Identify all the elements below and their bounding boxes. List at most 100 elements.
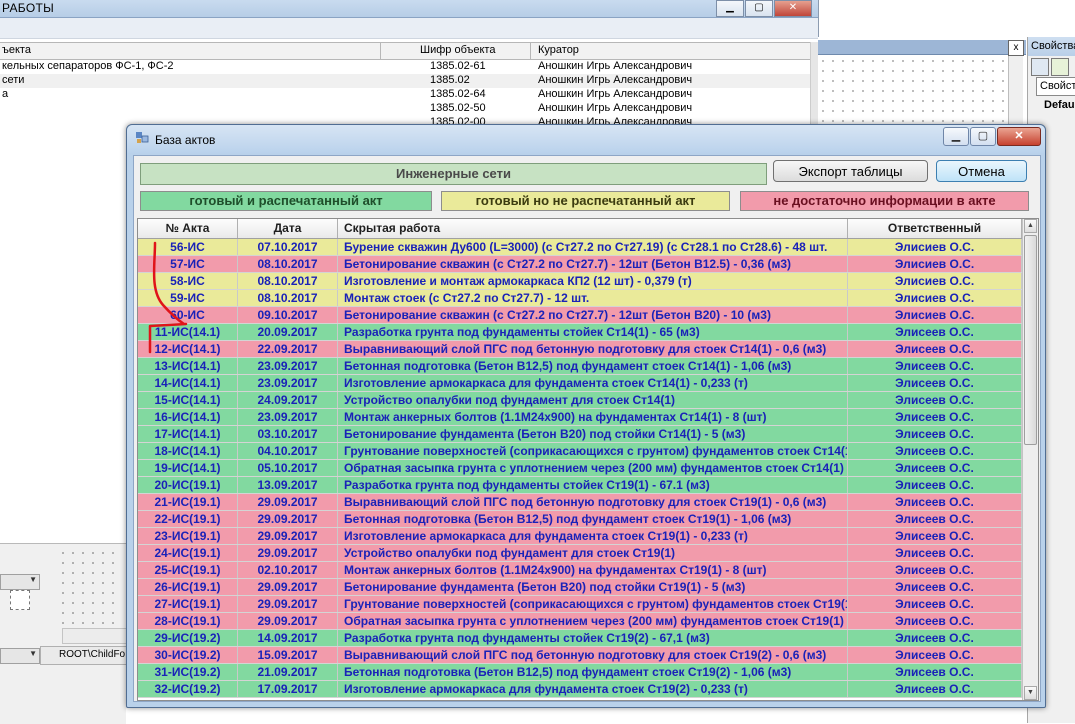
lower-combo-1[interactable]	[0, 574, 40, 590]
maximize-button[interactable]: ▢	[970, 127, 996, 146]
responsible-cell: Элисеев О.С.	[848, 630, 1022, 646]
right-panel-close-icon[interactable]: x	[1008, 40, 1024, 56]
hidden-work-cell: Изготовление армокаркаса для фундамента …	[338, 681, 848, 697]
hidden-work-cell: Бетонная подготовка (Бетон В12,5) под фу…	[338, 511, 848, 527]
column-header-act-number[interactable]: № Акта	[138, 219, 238, 238]
table-row[interactable]: 25-ИС(19.1) 02.10.2017 Монтаж анкерных бол…	[138, 562, 1022, 579]
acts-grid[interactable]: № Акта Дата Скрытая работа Ответственный…	[137, 218, 1039, 701]
date-cell: 08.10.2017	[238, 273, 338, 289]
legend-yellow: готовый но не распечатанный акт	[441, 191, 730, 211]
act-number-cell: 26-ИС(19.1)	[138, 579, 238, 595]
table-row[interactable]: 13-ИС(14.1) 23.09.2017 Бетонная подготовка…	[138, 358, 1022, 375]
table-row[interactable]: 21-ИС(19.1) 29.09.2017 Выравнивающий слой …	[138, 494, 1022, 511]
responsible-cell: Элисеев О.С.	[848, 375, 1022, 391]
date-cell: 08.10.2017	[238, 290, 338, 306]
table-row[interactable]: 17-ИС(14.1) 03.10.2017 Бетонирование фунда…	[138, 426, 1022, 443]
hidden-work-cell: Обратная засыпка грунта с уплотнением че…	[338, 460, 848, 476]
table-row[interactable]: 27-ИС(19.1) 29.09.2017 Грунтование поверхн…	[138, 596, 1022, 613]
responsible-cell: Элисиев О.С.	[848, 273, 1022, 289]
hidden-work-cell: Выравнивающий слой ПГС под бетонную подг…	[338, 647, 848, 663]
column-header-hidden-work[interactable]: Скрытая работа	[338, 219, 848, 238]
act-number-cell: 24-ИС(19.1)	[138, 545, 238, 561]
hidden-work-cell: Разработка грунта под фундаменты стойек …	[338, 630, 848, 646]
table-row[interactable]: 58-ИС 08.10.2017 Изготовление и монтаж арм…	[138, 273, 1022, 290]
hidden-work-cell: Грунтование поверхностей (соприкасающихс…	[338, 443, 848, 459]
export-table-button[interactable]: Экспорт таблицы	[773, 160, 928, 182]
act-number-cell: 57-ИС	[138, 256, 238, 272]
table-row[interactable]: 18-ИС(14.1) 04.10.2017 Грунтование поверхн…	[138, 443, 1022, 460]
table-row[interactable]: 11-ИС(14.1) 20.09.2017 Разработка грунта п…	[138, 324, 1022, 341]
background-table-row[interactable]: сети 1385.02 Аношкин Игрь Александрович	[0, 74, 810, 88]
table-row[interactable]: 15-ИС(14.1) 24.09.2017 Устройство опалубки…	[138, 392, 1022, 409]
right-panel-scrollbar[interactable]	[1008, 56, 1023, 124]
responsible-cell: Элисеев О.С.	[848, 341, 1022, 357]
date-cell: 03.10.2017	[238, 426, 338, 442]
table-row[interactable]: 26-ИС(19.1) 29.09.2017 Бетонирование фунда…	[138, 579, 1022, 596]
acts-database-dialog: База актов ▁ ▢ ✕ Инженерные сети Экспорт…	[126, 124, 1046, 708]
column-header-date[interactable]: Дата	[238, 219, 338, 238]
responsible-cell: Элисеев О.С.	[848, 511, 1022, 527]
lower-combo-2[interactable]	[0, 648, 40, 664]
responsible-cell: Элисеев О.С.	[848, 596, 1022, 612]
dialog-titlebar[interactable]: База актов ▁ ▢ ✕	[127, 125, 1045, 153]
cancel-button[interactable]: Отмена	[936, 160, 1027, 182]
act-number-cell: 32-ИС(19.2)	[138, 681, 238, 697]
table-row[interactable]: 19-ИС(14.1) 05.10.2017 Обратная засыпка гр…	[138, 460, 1022, 477]
table-row[interactable]: 12-ИС(14.1) 22.09.2017 Выравнивающий слой …	[138, 341, 1022, 358]
properties-selector[interactable]: Свойст	[1036, 77, 1075, 96]
close-button[interactable]: ✕	[997, 127, 1041, 146]
background-table-row[interactable]: кельных сепараторов ФС-1, ФС-2 1385.02-61…	[0, 60, 810, 74]
date-cell: 29.09.2017	[238, 528, 338, 544]
minimize-button[interactable]: ▁	[943, 127, 969, 146]
table-row[interactable]: 23-ИС(19.1) 29.09.2017 Изготовление армока…	[138, 528, 1022, 545]
right-design-grid-dots	[818, 56, 1008, 126]
hidden-work-cell: Изготовление армокаркаса для фундамента …	[338, 528, 848, 544]
table-row[interactable]: 30-ИС(19.2) 15.09.2017 Выравнивающий слой …	[138, 647, 1022, 664]
hidden-work-cell: Разработка грунта под фундаменты стойек …	[338, 324, 848, 340]
table-row[interactable]: 14-ИС(14.1) 23.09.2017 Изготовление армока…	[138, 375, 1022, 392]
legend-red: не достаточно информации в акте	[740, 191, 1029, 211]
bg-close-button[interactable]: ✕	[774, 0, 812, 17]
table-row[interactable]: 28-ИС(19.1) 29.09.2017 Обратная засыпка гр…	[138, 613, 1022, 630]
app-icon	[136, 132, 149, 143]
act-number-cell: 22-ИС(19.1)	[138, 511, 238, 527]
scroll-thumb[interactable]	[1024, 235, 1037, 445]
background-table-row[interactable]: а 1385.02-64 Аношкин Игрь Александрович	[0, 88, 810, 102]
column-header-responsible[interactable]: Ответственный	[848, 219, 1022, 238]
table-row[interactable]: 59-ИС 08.10.2017 Монтаж стоек (с Ст27.2 по…	[138, 290, 1022, 307]
act-number-cell: 15-ИС(14.1)	[138, 392, 238, 408]
properties-grid-icon[interactable]	[1031, 58, 1049, 76]
header-object[interactable]: ъекта	[2, 44, 31, 56]
hidden-work-cell: Разработка грунта под фундаменты стойек …	[338, 477, 848, 493]
act-number-cell: 28-ИС(19.1)	[138, 613, 238, 629]
bg-minimize-button[interactable]: ▁	[716, 0, 744, 17]
table-row[interactable]: 32-ИС(19.2) 17.09.2017 Изготовление армока…	[138, 681, 1022, 698]
header-code[interactable]: Шифр объекта	[420, 44, 495, 56]
scroll-up-icon[interactable]: ▲	[1024, 219, 1037, 233]
table-row[interactable]: 31-ИС(19.2) 21.09.2017 Бетонная подготовка…	[138, 664, 1022, 681]
table-row[interactable]: 24-ИС(19.1) 29.09.2017 Устройство опалубки…	[138, 545, 1022, 562]
table-row[interactable]: 20-ИС(19.1) 13.09.2017 Разработка грунта п…	[138, 477, 1022, 494]
section-label: Инженерные сети	[140, 163, 767, 185]
act-number-cell: 23-ИС(19.1)	[138, 528, 238, 544]
table-row[interactable]: 57-ИС 08.10.2017 Бетонирование скважин (с …	[138, 256, 1022, 273]
date-cell: 29.09.2017	[238, 545, 338, 561]
responsible-cell: Элисеев О.С.	[848, 409, 1022, 425]
table-row[interactable]: 16-ИС(14.1) 23.09.2017 Монтаж анкерных бол…	[138, 409, 1022, 426]
date-cell: 29.09.2017	[238, 579, 338, 595]
table-row[interactable]: 22-ИС(19.1) 29.09.2017 Бетонная подготовка…	[138, 511, 1022, 528]
properties-tool-icon[interactable]	[1051, 58, 1069, 76]
lower-hscrollbar[interactable]	[62, 628, 128, 644]
background-table-row[interactable]: 1385.02-50 Аношкин Игрь Александрович	[0, 102, 810, 116]
table-row[interactable]: 29-ИС(19.2) 14.09.2017 Разработка грунта п…	[138, 630, 1022, 647]
background-cell-code: 1385.02-61	[430, 60, 486, 72]
date-cell: 17.09.2017	[238, 681, 338, 697]
component-icon[interactable]	[10, 590, 30, 610]
bg-maximize-button[interactable]: ▢	[745, 0, 773, 17]
date-cell: 07.10.2017	[238, 239, 338, 255]
grid-vertical-scrollbar[interactable]: ▲ ▼	[1022, 219, 1038, 700]
table-row[interactable]: 56-ИС 07.10.2017 Бурение скважин Ду600 (L=…	[138, 239, 1022, 256]
header-curator[interactable]: Куратор	[538, 44, 579, 56]
scroll-down-icon[interactable]: ▼	[1024, 686, 1037, 700]
table-row[interactable]: 60-ИС 09.10.2017 Бетонирование скважин (с …	[138, 307, 1022, 324]
